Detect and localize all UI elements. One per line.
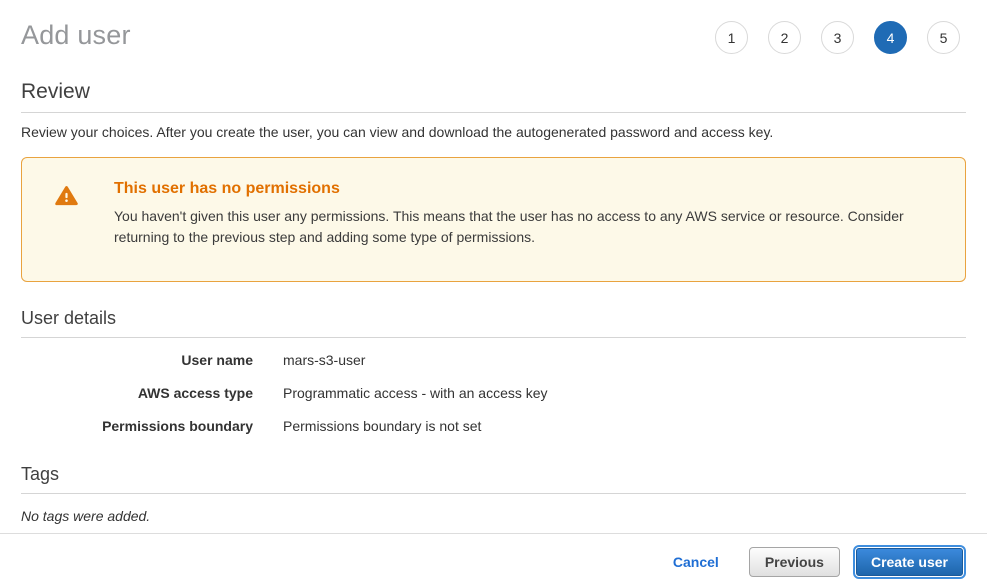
step-3-indicator[interactable]: 3 — [821, 21, 854, 54]
page-title: Add user — [21, 16, 131, 51]
wizard-header: Add user 1 2 3 4 5 — [0, 0, 987, 54]
wizard-step-indicator: 1 2 3 4 5 — [715, 16, 966, 54]
warning-title: This user has no permissions — [114, 180, 949, 198]
tags-section: Tags No tags were added. — [21, 464, 966, 524]
review-description: Review your choices. After you create th… — [21, 124, 966, 140]
previous-button[interactable]: Previous — [749, 547, 840, 577]
review-heading: Review — [21, 80, 966, 113]
no-permissions-warning-box: This user has no permissions You haven't… — [21, 157, 966, 282]
user-details-section: User details User name mars-s3-user AWS … — [21, 308, 966, 434]
wizard-footer: Cancel Previous Create user — [0, 533, 987, 579]
detail-value: mars-s3-user — [283, 352, 365, 368]
detail-label: User name — [21, 352, 253, 368]
step-5-indicator[interactable]: 5 — [927, 21, 960, 54]
tags-empty-text: No tags were added. — [21, 508, 966, 524]
add-user-wizard-page: Add user 1 2 3 4 5 Review Review your ch… — [0, 0, 987, 581]
review-section: Review Review your choices. After you cr… — [21, 80, 966, 140]
step-1-indicator[interactable]: 1 — [715, 21, 748, 54]
detail-value: Permissions boundary is not set — [283, 418, 481, 434]
step-2-indicator[interactable]: 2 — [768, 21, 801, 54]
detail-row-user-name: User name mars-s3-user — [21, 352, 966, 368]
detail-label: AWS access type — [21, 385, 253, 401]
user-details-rows: User name mars-s3-user AWS access type P… — [21, 352, 966, 434]
step-4-indicator-active[interactable]: 4 — [874, 21, 907, 54]
cancel-link[interactable]: Cancel — [673, 554, 719, 570]
tags-heading: Tags — [21, 464, 966, 494]
warning-content: This user has no permissions You haven't… — [80, 180, 949, 261]
detail-value: Programmatic access - with an access key — [283, 385, 548, 401]
wizard-content: Review Review your choices. After you cr… — [0, 80, 987, 524]
detail-row-access-type: AWS access type Programmatic access - wi… — [21, 385, 966, 401]
warning-body: You haven't given this user any permissi… — [114, 206, 949, 248]
detail-label: Permissions boundary — [21, 418, 253, 434]
create-user-button-focus-ring[interactable]: Create user — [853, 545, 966, 579]
user-details-heading: User details — [21, 308, 966, 338]
detail-row-permissions-boundary: Permissions boundary Permissions boundar… — [21, 418, 966, 434]
create-user-button[interactable]: Create user — [856, 548, 963, 576]
warning-triangle-icon — [42, 180, 80, 261]
